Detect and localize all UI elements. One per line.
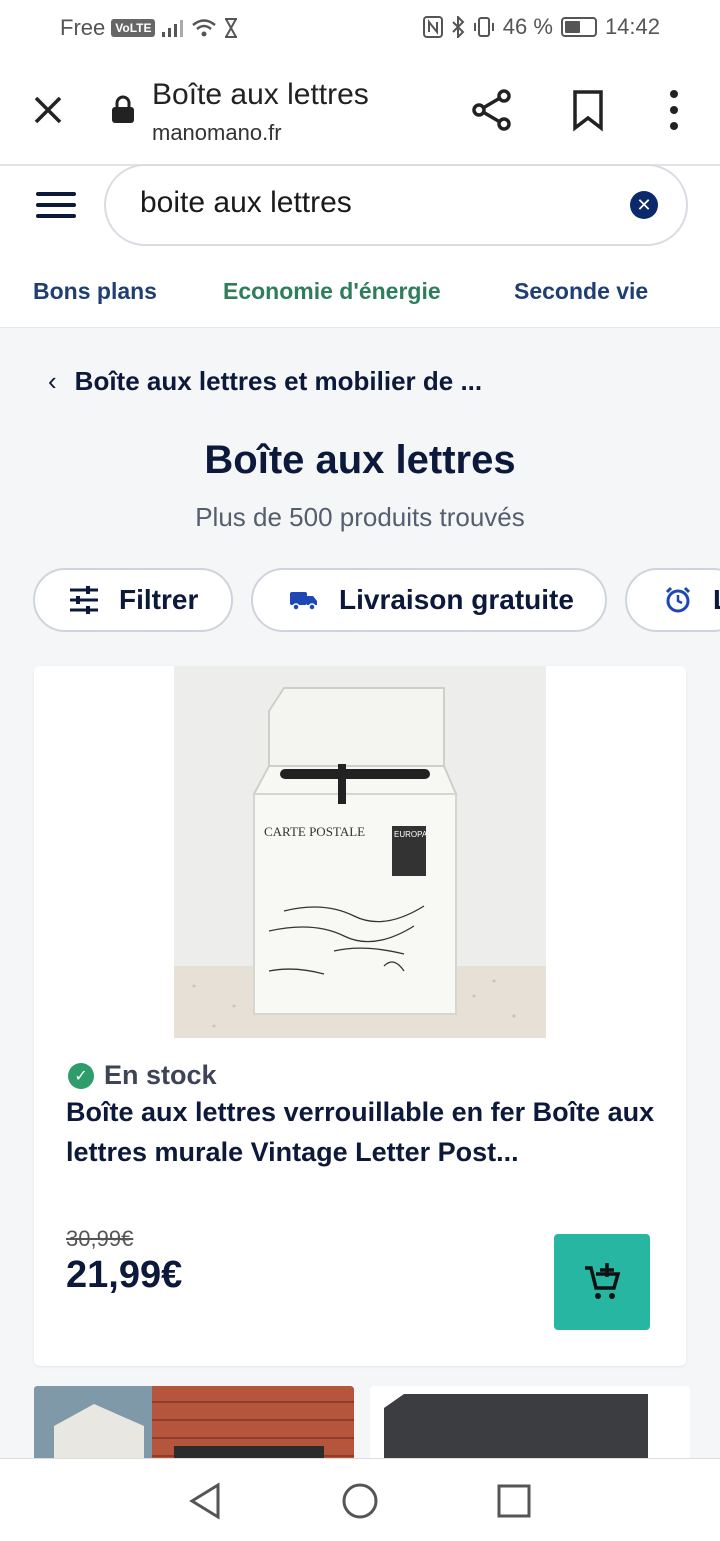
product-title[interactable]: Boîte aux lettres verrouillable en fer B… [66, 1092, 656, 1172]
nav-tab-economie-energie[interactable]: Economie d'énergie [223, 278, 441, 305]
url-label[interactable]: manomano.fr [152, 120, 282, 146]
search-value[interactable]: boite aux lettres [140, 186, 352, 220]
delivery-time-chip[interactable]: L [625, 568, 720, 632]
filter-button[interactable]: Filtrer [33, 568, 233, 632]
close-icon[interactable] [28, 90, 68, 130]
product-thumbnail[interactable] [370, 1386, 690, 1466]
product-thumbnail[interactable] [34, 1386, 354, 1466]
nav-tab-seconde-vie[interactable]: Seconde vie [514, 278, 648, 305]
battery-percent: 46 % [502, 14, 553, 39]
volte-badge: VoLTE [111, 19, 156, 37]
wifi-icon [192, 19, 217, 37]
free-delivery-chip[interactable]: Livraison gratuite [251, 568, 607, 632]
chevron-left-icon: ‹ [48, 366, 57, 396]
filter-chips: Filtrer Livraison gratuite L [0, 568, 720, 634]
search-input[interactable]: boite aux lettres ✕ [104, 164, 688, 246]
nav-tab-bons-plans[interactable]: Bons plans [33, 278, 157, 305]
breadcrumb-label[interactable]: Boîte aux lettres et mobilier de ... [75, 366, 482, 397]
status-left: Free VoLTE [60, 15, 239, 41]
home-icon[interactable] [340, 1481, 380, 1521]
carrier-label: Free [60, 15, 106, 40]
results-count: Plus de 500 produits trouvés [195, 502, 525, 532]
stock-status: ✓ En stock [68, 1060, 217, 1091]
hourglass-icon [225, 18, 238, 38]
more-options-icon[interactable] [660, 88, 688, 132]
product-card[interactable]: CARTE POSTALE EUROPA ✓ En stock Boîte au… [34, 666, 686, 1366]
browser-toolbar: Boîte aux lettres manomano.fr [0, 56, 720, 166]
lock-icon [110, 94, 136, 124]
bluetooth-icon [452, 16, 465, 38]
clear-search-icon[interactable]: ✕ [630, 191, 658, 219]
page-title: Boîte aux lettres [204, 438, 516, 482]
bookmark-icon[interactable] [568, 88, 608, 132]
signal-icon [162, 20, 184, 37]
old-price: 30,99€ [66, 1226, 134, 1251]
vibrate-icon [473, 17, 494, 37]
share-icon[interactable] [470, 88, 514, 132]
clock: 14:42 [604, 14, 660, 39]
image-heading: CARTE POSTALE [264, 824, 365, 839]
page-tab-title: Boîte aux lettres [152, 78, 369, 111]
menu-icon[interactable] [36, 192, 76, 222]
system-nav-bar [0, 1458, 720, 1541]
breadcrumb[interactable]: ‹ Boîte aux lettres et mobilier de ... [48, 366, 482, 397]
delivery-time-label: L [713, 584, 720, 616]
image-stamp-label: EUROPA [394, 830, 428, 839]
sliders-icon [67, 583, 101, 617]
check-icon: ✓ [68, 1062, 94, 1089]
stock-label: En stock [104, 1060, 217, 1090]
category-nav: Bons plans Economie d'énergie Seconde vi… [0, 278, 720, 318]
site-header: boite aux lettres ✕ Bons plans Economie … [0, 164, 720, 328]
alarm-clock-icon [661, 583, 695, 617]
free-delivery-label: Livraison gratuite [339, 584, 574, 615]
battery-icon [560, 17, 597, 37]
product-image[interactable]: CARTE POSTALE EUROPA [174, 666, 546, 1038]
status-bar: Free VoLTE 46 % 14:42 [0, 0, 720, 56]
filter-label: Filtrer [119, 584, 199, 615]
add-to-cart-icon [585, 1263, 621, 1299]
price: 21,99€ [66, 1254, 183, 1296]
add-to-cart-button[interactable] [554, 1234, 650, 1330]
status-right: 46 % 14:42 [422, 14, 660, 40]
nfc-icon [422, 16, 443, 38]
truck-icon [287, 583, 321, 617]
recent-apps-icon[interactable] [494, 1481, 534, 1521]
back-icon[interactable] [186, 1481, 226, 1521]
